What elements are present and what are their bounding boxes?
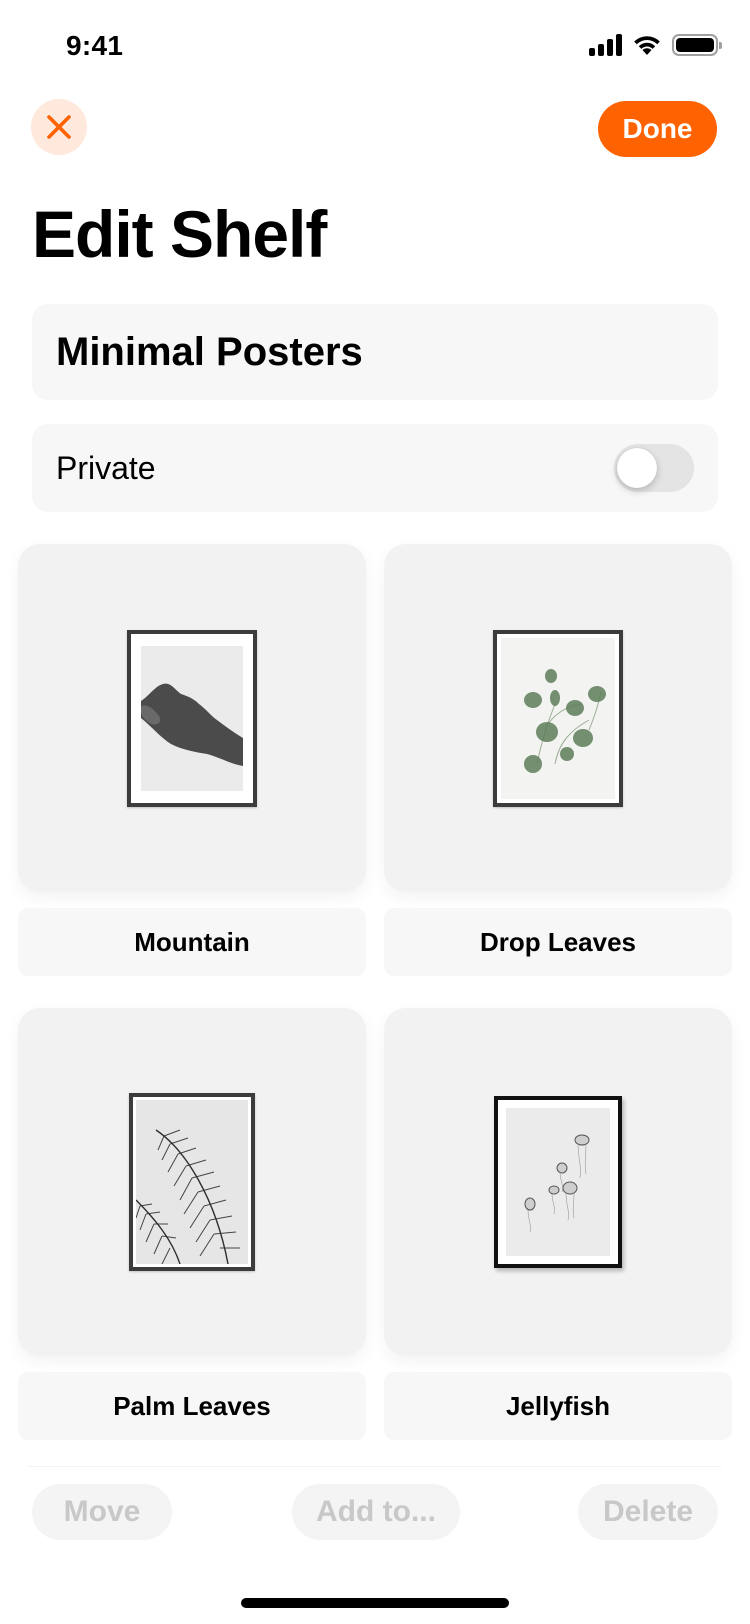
shelf-item: Mountain [18,544,366,976]
toggle-knob[interactable] [617,448,657,488]
poster-label: Mountain [18,908,366,976]
move-button[interactable]: Move [32,1484,172,1540]
shelf-name-field[interactable]: Minimal Posters [32,304,718,400]
home-indicator [241,1598,509,1608]
delete-button[interactable]: Delete [578,1484,718,1540]
poster-card[interactable] [384,1008,732,1356]
drop-leaves-poster-image [493,629,623,807]
shelf-item: Palm Leaves [18,1008,366,1440]
shelf-item: Drop Leaves [384,544,732,976]
add-to-button[interactable]: Add to... [292,1484,460,1540]
private-toggle[interactable] [614,444,694,492]
jellyfish-poster-image [494,1096,622,1268]
shelf-item: Jellyfish [384,1008,732,1440]
shelf-name-value[interactable]: Minimal Posters [56,330,363,375]
status-time: 9:41 [66,30,124,61]
poster-label: Drop Leaves [384,908,732,976]
mountain-poster-image [127,629,257,807]
poster-card[interactable] [18,544,366,892]
poster-card[interactable] [18,1008,366,1356]
page-title: Edit Shelf [32,197,327,271]
cellular-signal-icon [589,34,622,56]
private-label: Private [56,449,156,486]
palm-leaves-poster-image [129,1093,255,1271]
battery-icon [672,34,722,56]
poster-label: Jellyfish [384,1372,732,1440]
private-setting-row: Private [32,424,718,512]
poster-card[interactable] [384,544,732,892]
close-button[interactable] [31,99,87,155]
done-button[interactable]: Done [598,101,717,157]
close-x-icon [47,115,71,139]
wifi-icon [634,36,660,55]
status-icons [589,34,722,56]
poster-label: Palm Leaves [18,1372,366,1440]
toolbar-divider [28,1466,722,1467]
